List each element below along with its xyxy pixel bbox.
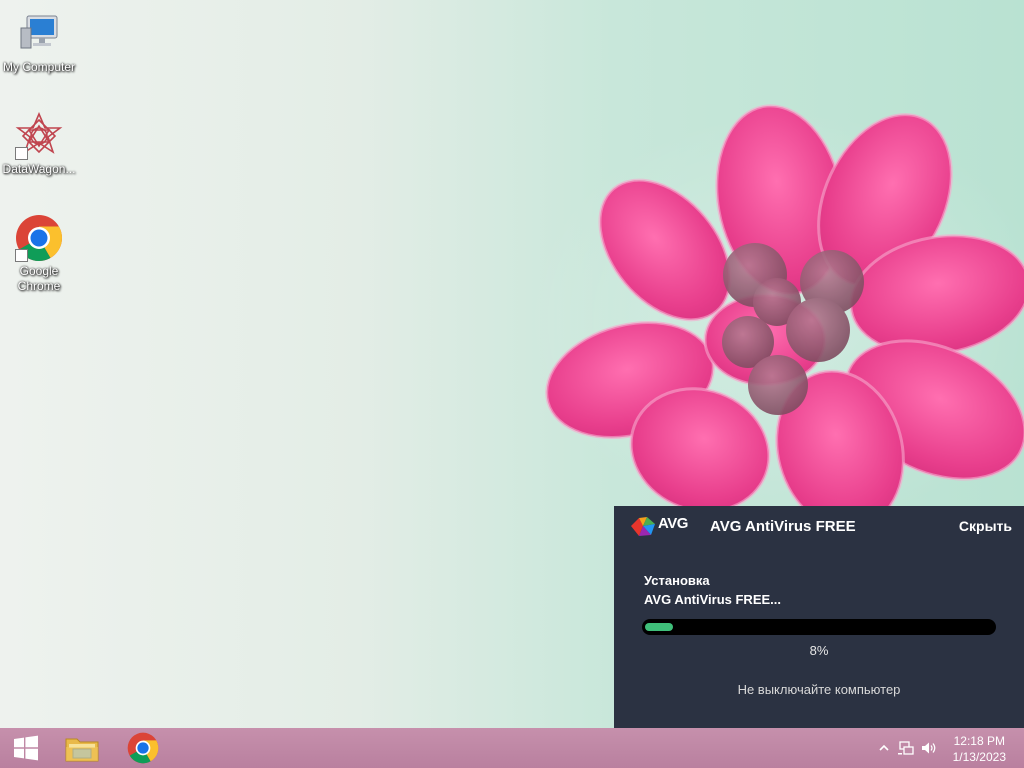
desktop-icon-datawagon[interactable]: DataWagon... bbox=[1, 111, 77, 177]
windows-start-icon bbox=[14, 735, 38, 761]
system-tray: 12:18 PM 1/13/2023 bbox=[872, 728, 1024, 768]
do-not-shutdown-warning: Не выключайте компьютер bbox=[737, 682, 901, 697]
desktop-icon-google-chrome[interactable]: Google Chrome bbox=[1, 214, 77, 294]
taskbar-chrome[interactable] bbox=[117, 728, 169, 768]
avg-popup-title: AVG AntiVirus FREE bbox=[710, 518, 856, 535]
volume-icon[interactable] bbox=[921, 741, 937, 755]
wallpaper-flower bbox=[545, 104, 1024, 520]
network-icon[interactable] bbox=[898, 741, 914, 755]
desktop-icon-label: DataWagon... bbox=[2, 162, 76, 176]
install-product-label: AVG AntiVirus FREE... bbox=[644, 592, 782, 607]
install-status-label: Установка bbox=[644, 573, 710, 588]
chrome-icon bbox=[127, 732, 159, 764]
taskbar-clock[interactable]: 12:18 PM 1/13/2023 bbox=[953, 733, 1006, 765]
install-progress-bar bbox=[642, 619, 996, 635]
avg-popup-header: AVG AVG AntiVirus FREE Скрыть bbox=[614, 506, 1024, 546]
clock-date: 1/13/2023 bbox=[952, 750, 1006, 764]
hide-button[interactable]: Скрыть bbox=[959, 518, 1012, 534]
install-progress-fill bbox=[645, 623, 673, 631]
shortcut-arrow-icon bbox=[15, 249, 28, 262]
start-button[interactable] bbox=[0, 728, 52, 768]
avg-logo-text: AVG bbox=[658, 515, 688, 532]
show-hidden-icons-chevron-icon[interactable] bbox=[876, 741, 892, 755]
install-progress-percent: 8% bbox=[809, 643, 829, 658]
computer-icon bbox=[20, 15, 58, 49]
taskbar: 12:18 PM 1/13/2023 bbox=[0, 728, 1024, 768]
file-explorer-icon bbox=[65, 738, 99, 762]
desktop-icon-label: My Computer bbox=[2, 60, 76, 74]
shortcut-arrow-icon bbox=[15, 147, 28, 160]
desktop-icon-label: Google Chrome bbox=[17, 264, 61, 293]
clock-time: 12:18 PM bbox=[953, 734, 1005, 748]
avg-install-popup: AVG AVG AntiVirus FREE Скрыть Установка … bbox=[614, 506, 1024, 728]
desktop-icon-my-computer[interactable]: My Computer bbox=[1, 10, 77, 75]
taskbar-file-explorer[interactable] bbox=[56, 728, 108, 768]
